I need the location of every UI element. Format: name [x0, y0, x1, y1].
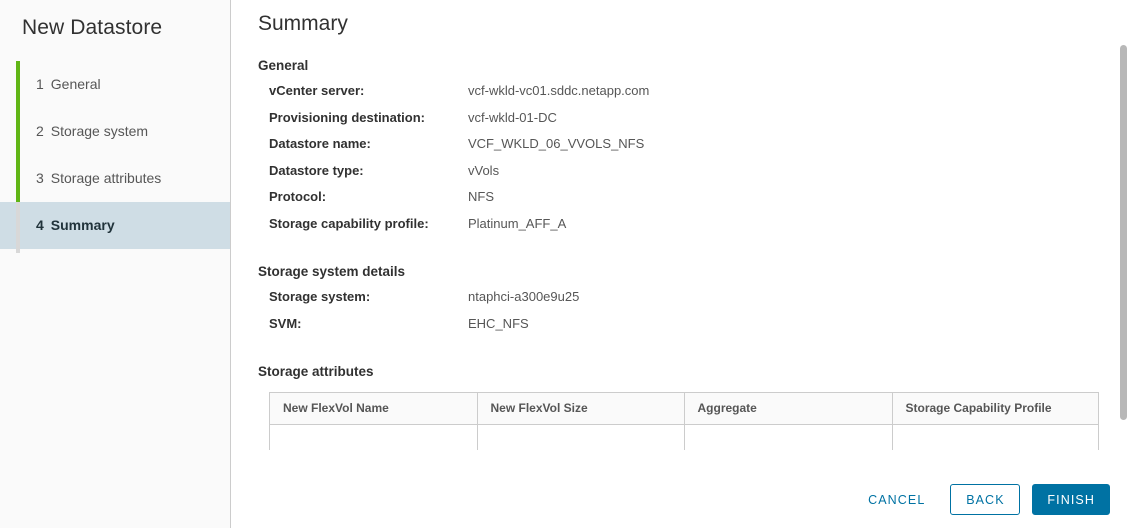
general-detail-list: vCenter server: vcf-wkld-vc01.sddc.netap…	[258, 83, 1128, 242]
sidebar-step-storage-attributes[interactable]: 3 Storage attributes	[0, 155, 230, 202]
table-header-row: New FlexVol Name New FlexVol Size Aggreg…	[270, 393, 1098, 425]
detail-row-provisioning-destination: Provisioning destination: vcf-wkld-01-DC	[258, 110, 1128, 137]
section-heading-storage-attributes: Storage attributes	[258, 364, 374, 379]
column-header-new-flexvol-name[interactable]: New FlexVol Name	[270, 393, 478, 425]
wizard-title: New Datastore	[22, 16, 163, 39]
detail-label: Protocol:	[269, 189, 327, 204]
column-header-new-flexvol-size[interactable]: New FlexVol Size	[477, 393, 685, 425]
detail-label: Storage system:	[269, 289, 371, 304]
table-row[interactable]	[270, 424, 1098, 450]
storage-attributes-section: Storage attributes New FlexVol Name New …	[231, 364, 1128, 450]
cell-aggregate	[684, 424, 893, 450]
table-header: New FlexVol Name New FlexVol Size Aggreg…	[270, 393, 1098, 425]
detail-value: VCF_WKLD_06_VVOLS_NFS	[468, 136, 645, 151]
detail-row-svm: SVM: EHC_NFS	[258, 316, 1128, 343]
vertical-scrollbar-track[interactable]	[1116, 0, 1128, 528]
detail-row-protocol: Protocol: NFS	[258, 189, 1128, 216]
section-heading-storage-system-details: Storage system details	[258, 264, 406, 279]
back-button[interactable]: BACK	[950, 484, 1021, 515]
storage-attributes-table-wrapper: New FlexVol Name New FlexVol Size Aggreg…	[269, 392, 1099, 450]
cell-new-flexvol-name	[270, 424, 478, 450]
wizard-sidebar: New Datastore 1 General 2 Storage system 3…	[0, 0, 231, 528]
step-label: Storage system	[50, 123, 149, 139]
detail-row-storage-system: Storage system: ntaphci-a300e9u25	[258, 289, 1128, 316]
storage-system-detail-list: Storage system: ntaphci-a300e9u25 SVM: E…	[258, 289, 1128, 342]
step-label: General	[50, 76, 101, 92]
section-heading-general: General	[258, 58, 309, 73]
storage-attributes-table: New FlexVol Name New FlexVol Size Aggreg…	[270, 393, 1098, 450]
detail-value: NFS	[468, 189, 494, 204]
detail-label: Provisioning destination:	[269, 109, 426, 125]
detail-value: vcf-wkld-vc01.sddc.netapp.com	[468, 83, 650, 98]
general-section: General vCenter server: vcf-wkld-vc01.sd…	[231, 58, 1128, 242]
storage-system-details-section: Storage system details Storage system: n…	[231, 264, 1128, 342]
step-number: 3	[36, 170, 44, 186]
detail-label: SVM:	[269, 315, 302, 331]
step-number: 4	[36, 217, 44, 233]
cell-new-flexvol-size	[477, 424, 685, 450]
detail-row-datastore-type: Datastore type: vVols	[258, 163, 1128, 190]
column-header-aggregate[interactable]: Aggregate	[684, 393, 893, 425]
sidebar-step-storage-system[interactable]: 2 Storage system	[0, 108, 230, 155]
detail-value: ntaphci-a300e9u25	[468, 289, 580, 304]
step-number: 2	[36, 123, 44, 139]
detail-label: Datastore name:	[269, 136, 371, 151]
detail-label: Datastore type:	[269, 162, 364, 178]
detail-value: vVols	[468, 162, 500, 178]
detail-value: Platinum_AFF_A	[468, 215, 567, 231]
detail-row-datastore-name: Datastore name: VCF_WKLD_06_VVOLS_NFS	[258, 136, 1128, 163]
step-label: Storage attributes	[50, 170, 162, 186]
step-label: Summary	[50, 217, 115, 233]
column-header-storage-capability-profile[interactable]: Storage Capability Profile	[892, 393, 1098, 425]
wizard-step-list: 1 General 2 Storage system 3 Storage attrib…	[0, 61, 230, 253]
wizard-content-pane: Summary General vCenter server: vcf-wkld…	[231, 0, 1128, 528]
new-datastore-wizard: New Datastore 1 General 2 Storage system 3…	[0, 0, 1128, 528]
cancel-button[interactable]: CANCEL	[853, 484, 940, 515]
detail-row-storage-capability-profile: Storage capability profile: Platinum_AFF…	[258, 216, 1128, 243]
finish-button[interactable]: FINISH	[1032, 484, 1110, 515]
sidebar-step-summary[interactable]: 4 Summary	[0, 202, 230, 249]
detail-value: EHC_NFS	[468, 315, 529, 331]
detail-label: Storage capability profile:	[269, 215, 429, 231]
step-number: 1	[36, 76, 44, 92]
sidebar-step-general[interactable]: 1 General	[0, 61, 230, 108]
wizard-footer: CANCEL BACK FINISH	[231, 471, 1128, 528]
vertical-scrollbar-thumb[interactable]	[1120, 45, 1127, 420]
detail-label: vCenter server:	[269, 83, 365, 98]
detail-row-vcenter-server: vCenter server: vcf-wkld-vc01.sddc.netap…	[258, 83, 1128, 110]
cell-storage-capability-profile	[892, 424, 1098, 450]
table-body	[270, 424, 1098, 450]
page-title: Summary	[258, 12, 348, 35]
detail-value: vcf-wkld-01-DC	[468, 109, 557, 125]
